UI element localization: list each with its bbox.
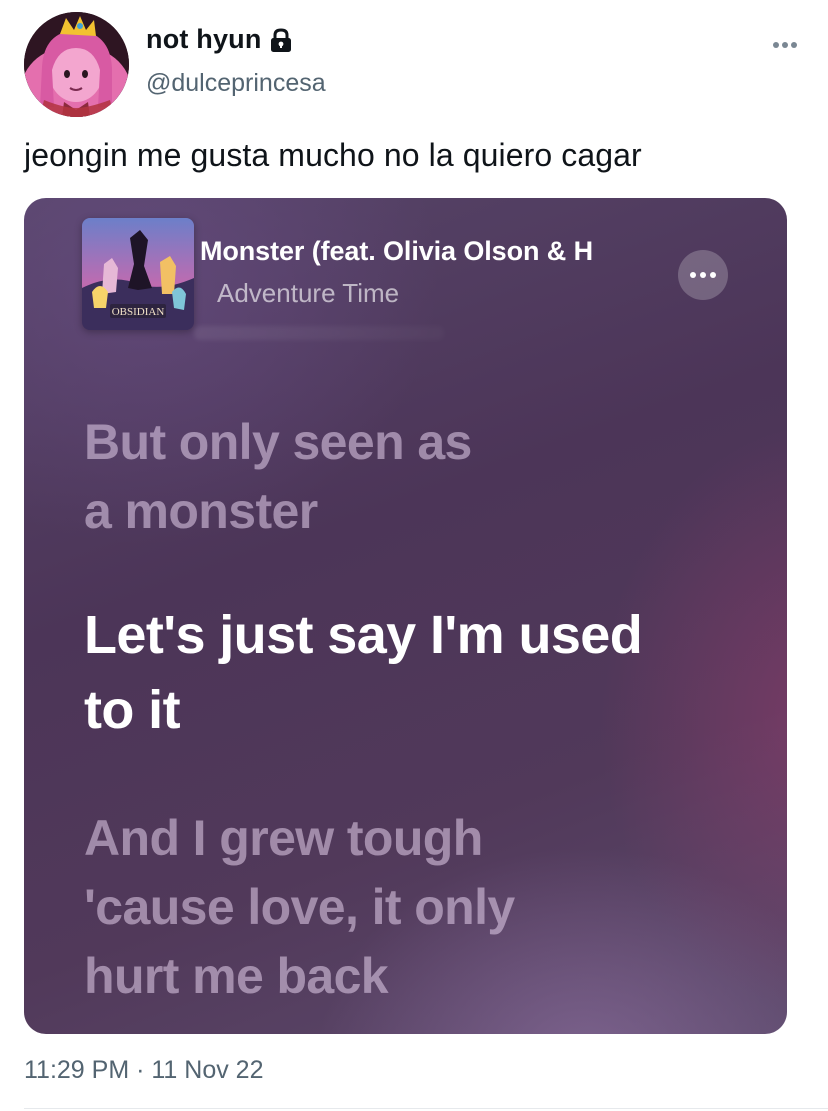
lyric-previous: But only seen as a monster bbox=[84, 408, 472, 546]
display-name-text: not hyun bbox=[146, 24, 262, 54]
lyric-line: hurt me back bbox=[84, 948, 389, 1004]
album-art-obsidian-icon: OBSIDIAN bbox=[82, 218, 194, 330]
lyric-line: And I grew tough bbox=[84, 810, 483, 866]
dot bbox=[782, 42, 788, 48]
display-name[interactable]: not hyun bbox=[146, 24, 294, 55]
lyric-current: Let's just say I'm used to it bbox=[84, 598, 643, 748]
avatar[interactable] bbox=[24, 12, 129, 117]
divider bbox=[24, 1108, 828, 1109]
lyric-line: to it bbox=[84, 680, 181, 740]
dot bbox=[791, 42, 797, 48]
album-art: OBSIDIAN bbox=[82, 218, 194, 330]
dot bbox=[690, 272, 696, 278]
princess-bubblegum-avatar-icon bbox=[24, 12, 129, 117]
more-options-icon[interactable] bbox=[768, 30, 802, 60]
tweet-timestamp[interactable]: 11:29 PM · 11 Nov 22 bbox=[24, 1056, 263, 1085]
user-handle[interactable]: @dulceprincesa bbox=[146, 69, 326, 98]
lyric-line: 'cause love, it only bbox=[84, 879, 515, 935]
lock-icon bbox=[270, 27, 291, 52]
dot bbox=[710, 272, 716, 278]
tweet-text: jeongin me gusta mucho no la quiero caga… bbox=[24, 137, 642, 173]
ghost-lyric-line bbox=[194, 326, 444, 340]
song-artist[interactable]: Adventure Time bbox=[217, 278, 399, 309]
lyric-line: Let's just say I'm used bbox=[84, 605, 643, 665]
lyric-line: But only seen as bbox=[84, 414, 472, 470]
lyric-line: a monster bbox=[84, 483, 318, 539]
song-title[interactable]: Monster (feat. Olivia Olson & H bbox=[200, 236, 638, 267]
media-image[interactable]: OBSIDIAN Monster (feat. Olivia Olson & H… bbox=[24, 198, 787, 1034]
album-text: OBSIDIAN bbox=[112, 306, 165, 318]
more-circle-icon[interactable] bbox=[678, 250, 728, 300]
lyric-next: And I grew tough 'cause love, it only hu… bbox=[84, 804, 515, 1011]
dot bbox=[700, 272, 706, 278]
dot bbox=[773, 42, 779, 48]
